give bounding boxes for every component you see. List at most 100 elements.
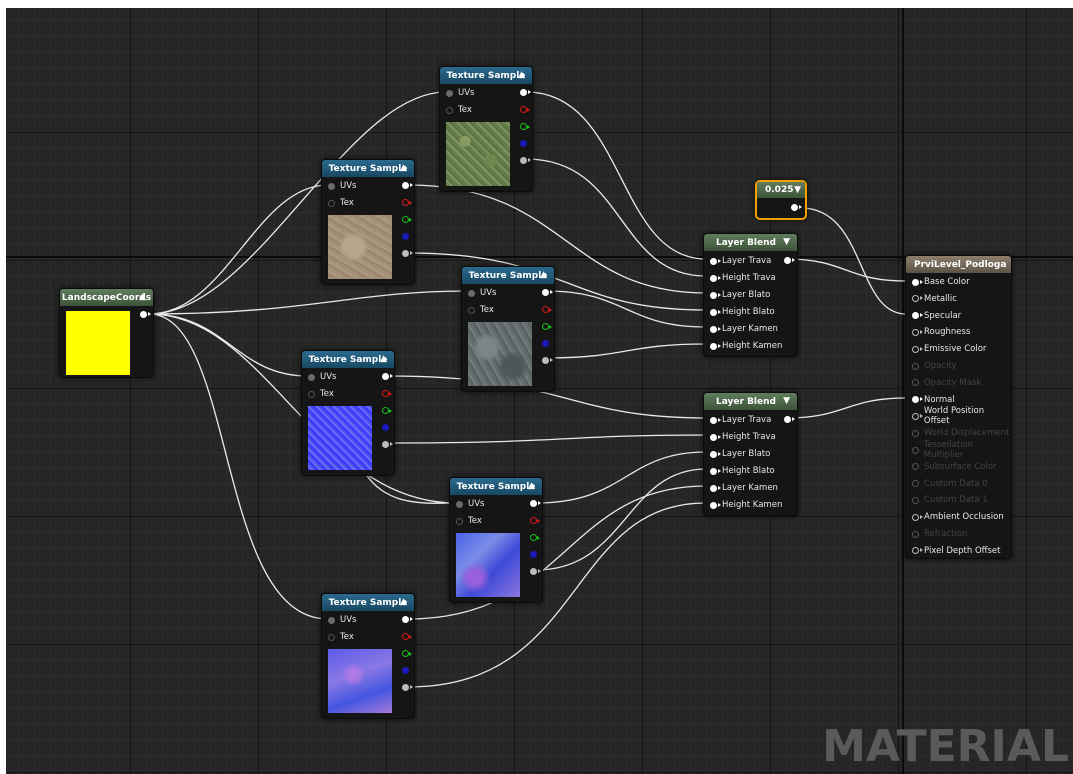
input-height-blato[interactable]: Height Blato: [710, 463, 775, 479]
dropdown-arrow-icon[interactable]: ▼: [794, 185, 801, 195]
texture-sample-header[interactable]: Texture Sample ▲: [440, 67, 532, 84]
input-layer-blato[interactable]: Layer Blato: [710, 446, 770, 462]
material-input-row[interactable]: Refraction: [912, 526, 967, 542]
alpha-output-pin[interactable]: [542, 357, 553, 364]
input-pin-icon[interactable]: [710, 501, 721, 509]
material-input-row[interactable]: Metallic: [912, 291, 957, 307]
red-output-pin[interactable]: [520, 106, 530, 113]
landscape-coords-header[interactable]: LandscapeCoords ▲: [60, 289, 153, 306]
material-input-row[interactable]: Ambient Occlusion: [912, 509, 1004, 525]
material-input-pin-icon[interactable]: [912, 530, 919, 538]
material-result-node[interactable]: PrviLevel_Podloga Base Color Metallic Spec…: [905, 255, 1012, 559]
uvs-pin-icon[interactable]: [468, 289, 475, 297]
uvs-input-row[interactable]: UVs: [308, 369, 336, 385]
blue-output-pin[interactable]: [402, 233, 409, 240]
input-layer-blato[interactable]: Layer Blato: [710, 287, 770, 303]
landscape-coords-node[interactable]: LandscapeCoords ▲: [59, 288, 154, 378]
collapse-arrow-icon[interactable]: ▲: [528, 481, 535, 491]
tex-pin-icon[interactable]: [328, 199, 335, 207]
constant-output-pin[interactable]: [791, 204, 802, 211]
layer-blend-output-pin[interactable]: [784, 257, 795, 264]
texture-sample-normal-grass-node[interactable]: Texture Sample ▲ UVs Tex: [301, 350, 395, 476]
input-height-trava[interactable]: Height Trava: [710, 429, 776, 445]
input-height-blato[interactable]: Height Blato: [710, 304, 775, 320]
material-input-row[interactable]: Pixel Depth Offset: [912, 543, 1001, 559]
green-output-pin[interactable]: [542, 323, 552, 330]
input-height-kamen[interactable]: Height Kamen: [710, 497, 782, 513]
input-layer-kamen[interactable]: Layer Kamen: [710, 480, 778, 496]
alpha-output-pin[interactable]: [382, 441, 393, 448]
material-input-pin-icon[interactable]: [912, 480, 919, 488]
tex-input-row[interactable]: Tex: [308, 386, 334, 402]
material-input-row[interactable]: Emissive Color: [912, 341, 986, 357]
uvs-input-row[interactable]: UVs: [468, 285, 496, 301]
material-input-pin-icon[interactable]: [912, 312, 923, 320]
tex-pin-icon[interactable]: [468, 306, 475, 314]
material-input-pin-icon[interactable]: [912, 278, 923, 286]
material-input-row[interactable]: Base Color: [912, 274, 970, 290]
material-input-row[interactable]: Subsurface Color: [912, 459, 997, 475]
rgb-output-pin[interactable]: [520, 89, 531, 96]
uvs-pin-icon[interactable]: [328, 182, 335, 190]
green-output-pin[interactable]: [382, 407, 392, 414]
dropdown-arrow-icon[interactable]: ▼: [783, 237, 790, 247]
material-input-pin-icon[interactable]: [912, 547, 923, 555]
layer-blend-1-node[interactable]: Layer Blend ▼ Layer Trava Height Trava La…: [703, 233, 798, 357]
material-input-pin-icon[interactable]: [912, 345, 923, 353]
green-output-pin[interactable]: [402, 216, 412, 223]
input-pin-icon[interactable]: [710, 308, 721, 316]
rgb-output-pin[interactable]: [402, 182, 413, 189]
tex-pin-icon[interactable]: [328, 633, 335, 641]
material-input-row[interactable]: Normal: [912, 392, 955, 408]
texture-sample-normal-rock-node[interactable]: Texture Sample ▲ UVs Tex: [321, 593, 415, 719]
collapse-arrow-icon[interactable]: ▲: [139, 292, 146, 302]
blue-output-pin[interactable]: [382, 424, 389, 431]
texture-sample-header[interactable]: Texture Sample ▲: [322, 594, 414, 611]
rgb-output-pin[interactable]: [382, 373, 393, 380]
uvs-pin-icon[interactable]: [456, 500, 463, 508]
layer-blend-header[interactable]: Layer Blend ▼: [704, 234, 797, 251]
constant-header[interactable]: 0.025 ▼: [757, 182, 805, 198]
input-pin-icon[interactable]: [710, 467, 721, 475]
material-input-row[interactable]: Custom Data 1: [912, 492, 988, 508]
texture-sample-rock-node[interactable]: Texture Sample ▲ UVs Tex: [461, 266, 555, 392]
tex-pin-icon[interactable]: [308, 390, 315, 398]
red-output-pin[interactable]: [530, 517, 540, 524]
red-output-pin[interactable]: [402, 199, 412, 206]
dropdown-arrow-icon[interactable]: ▼: [783, 396, 790, 406]
material-input-row[interactable]: Opacity: [912, 358, 957, 374]
uvs-pin-icon[interactable]: [308, 373, 315, 381]
alpha-output-pin[interactable]: [402, 250, 413, 257]
material-input-row[interactable]: Specular: [912, 308, 961, 324]
texture-sample-normal-sand-node[interactable]: Texture Sample ▲ UVs Tex: [449, 477, 543, 603]
material-header[interactable]: PrviLevel_Podloga: [906, 256, 1011, 273]
tex-input-row[interactable]: Tex: [456, 513, 482, 529]
collapse-arrow-icon[interactable]: ▲: [518, 70, 525, 80]
layer-blend-header[interactable]: Layer Blend ▼: [704, 393, 797, 410]
material-input-pin-icon[interactable]: [912, 412, 923, 420]
uvs-input-row[interactable]: UVs: [328, 178, 356, 194]
blue-output-pin[interactable]: [520, 140, 527, 147]
alpha-output-pin[interactable]: [520, 157, 531, 164]
material-input-pin-icon[interactable]: [912, 379, 919, 387]
material-input-pin-icon[interactable]: [912, 295, 923, 303]
tex-input-row[interactable]: Tex: [328, 195, 354, 211]
material-input-row[interactable]: Opacity Mask: [912, 375, 981, 391]
uvs-pin-icon[interactable]: [446, 89, 453, 97]
blue-output-pin[interactable]: [542, 340, 549, 347]
material-input-pin-icon[interactable]: [912, 513, 923, 521]
material-input-row[interactable]: World Displacement: [912, 425, 1010, 441]
input-pin-icon[interactable]: [710, 484, 721, 492]
input-pin-icon[interactable]: [710, 325, 721, 333]
uvs-input-row[interactable]: UVs: [456, 496, 484, 512]
green-output-pin[interactable]: [520, 123, 530, 130]
input-pin-icon[interactable]: [710, 450, 721, 458]
alpha-output-pin[interactable]: [530, 568, 541, 575]
material-input-row[interactable]: Custom Data 0: [912, 476, 988, 492]
rgb-output-pin[interactable]: [402, 616, 413, 623]
tex-input-row[interactable]: Tex: [328, 629, 354, 645]
collapse-arrow-icon[interactable]: ▲: [540, 270, 547, 280]
green-output-pin[interactable]: [402, 650, 412, 657]
input-pin-icon[interactable]: [710, 257, 721, 265]
material-input-pin-icon[interactable]: [912, 429, 919, 437]
